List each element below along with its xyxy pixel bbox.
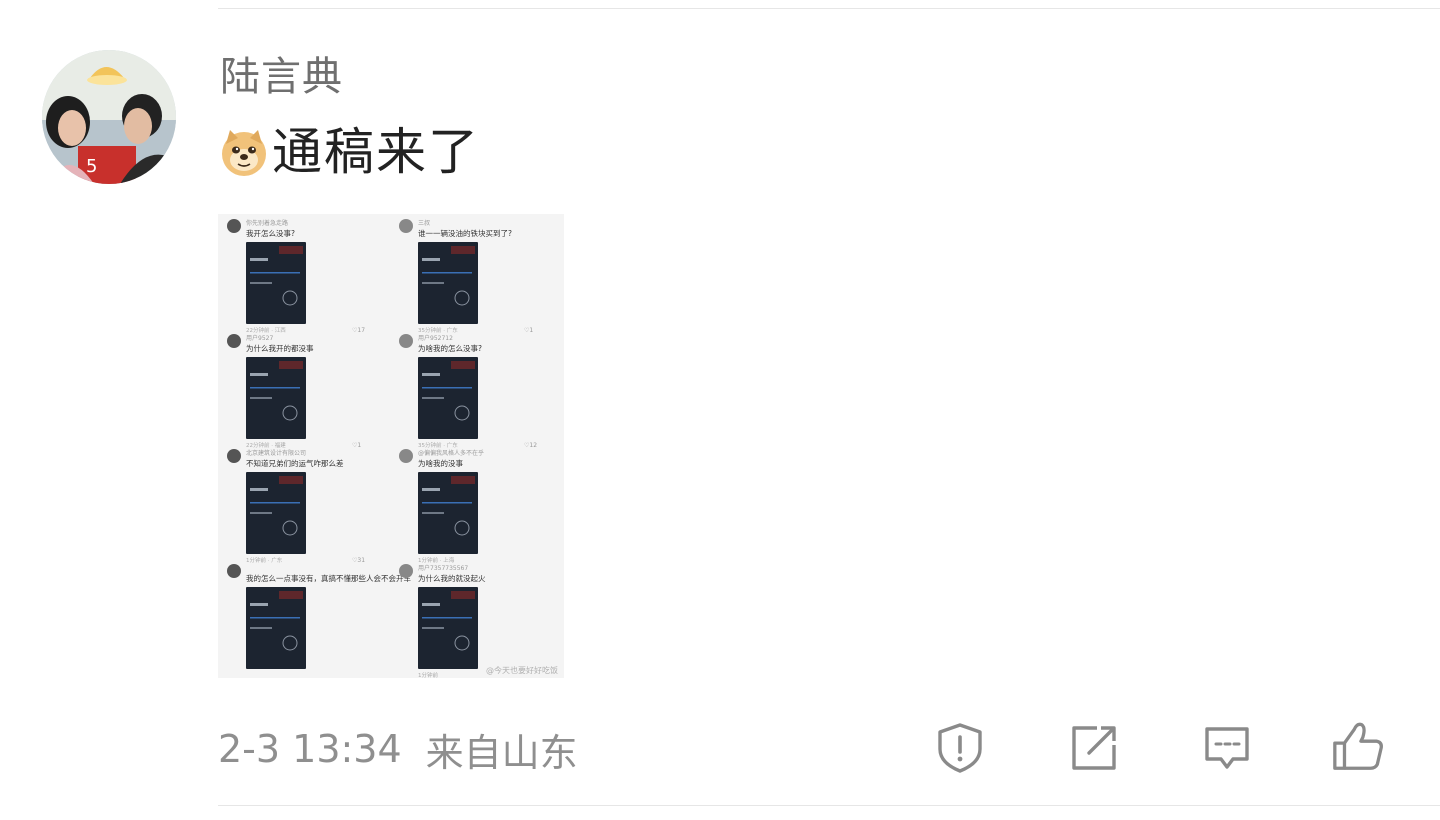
collage-username: 用户7357735567 — [418, 564, 468, 572]
comment-location: 来自山东 — [425, 730, 578, 775]
comment-text: 通稿来了 — [272, 123, 480, 181]
report-button[interactable] — [932, 720, 988, 776]
svg-text:5: 5 — [86, 156, 97, 177]
collage-comment: 为啥我的没事 — [418, 458, 463, 468]
collage-footer: 22分钟前 · 福建 — [246, 441, 286, 449]
share-button[interactable] — [1066, 720, 1122, 776]
collage-username: @偏偏我风格人多不在乎 — [418, 449, 484, 457]
comment-content: 通稿来了 — [218, 122, 480, 182]
collage-comment: 为啥我的怎么没事? — [418, 343, 482, 353]
divider — [218, 8, 1440, 9]
collage-username: 你先别着急走路 — [246, 219, 288, 227]
comment-time: 2-3 13:34 — [218, 727, 402, 771]
collage-comment: 为什么我的就没起火 — [418, 573, 486, 583]
collage-comment: 我开怎么没事? — [246, 228, 295, 238]
avatar-photo: 5 — [42, 50, 176, 184]
collage-username: 三叔 — [418, 219, 430, 227]
screenshot-collage-image: 你先别着急走路我开怎么没事? 22分钟前 · 江西 ♡17 三叔谁一一辆没油的铁块买到… — [218, 214, 564, 678]
collage-username: 用户9527 — [246, 334, 273, 342]
collage-likes: ♡17 — [352, 327, 365, 334]
doge-emoji-icon — [222, 130, 266, 176]
collage-comment: 为什么我开的都没事 — [246, 343, 314, 353]
collage-username: 北京建筑设计有限公司 — [246, 449, 306, 457]
username[interactable]: 陆言典 — [220, 52, 343, 102]
collage-footer: 1分钟前 · 广东 — [246, 556, 283, 564]
comment-meta: 2-3 13:34 来自山东 — [218, 724, 578, 775]
attached-image[interactable]: 你先别着急走路 我开怎么没事? 22分钟前 · 江西 ♡17 三叔 谁一一辆没油的铁块买到… — [218, 214, 564, 678]
divider — [218, 805, 1440, 806]
reply-button[interactable] — [1199, 720, 1255, 776]
collage-footer: 1分钟前 — [418, 671, 438, 678]
like-icon — [1333, 722, 1383, 770]
avatar[interactable]: 5 — [42, 50, 176, 184]
collage-likes: ♡12 — [524, 442, 537, 449]
collage-comment: 不知道兄弟们的运气咋那么差 — [246, 458, 344, 468]
collage-footer: 35分钟前 · 广东 — [418, 441, 458, 449]
collage-likes: ♡1 — [352, 442, 361, 449]
collage-username: 用户952712 — [418, 334, 453, 342]
collage-footer: 1分钟前 · 上海 — [418, 556, 455, 564]
collage-comment: 我的怎么一点事没有，真搞不懂那些人会不会开车 — [246, 573, 411, 583]
comment-item: 5 陆言典 通稿来了 你先别着急走路 我开怎么没事? 22分钟前 · 江西 ♡1… — [0, 0, 1440, 820]
comment-icon — [1205, 727, 1249, 769]
collage-likes: ♡31 — [352, 557, 365, 564]
collage-comment: 谁一一辆没油的铁块买到了? — [418, 228, 512, 238]
report-icon — [938, 723, 982, 773]
like-button[interactable] — [1330, 718, 1386, 774]
watermark: @今天也要好好吃饭 — [486, 665, 558, 675]
collage-footer: 35分钟前 · 广东 — [418, 326, 458, 334]
collage-likes: ♡1 — [524, 327, 533, 334]
share-icon — [1072, 726, 1116, 770]
collage-footer: 22分钟前 · 江西 — [246, 326, 286, 334]
